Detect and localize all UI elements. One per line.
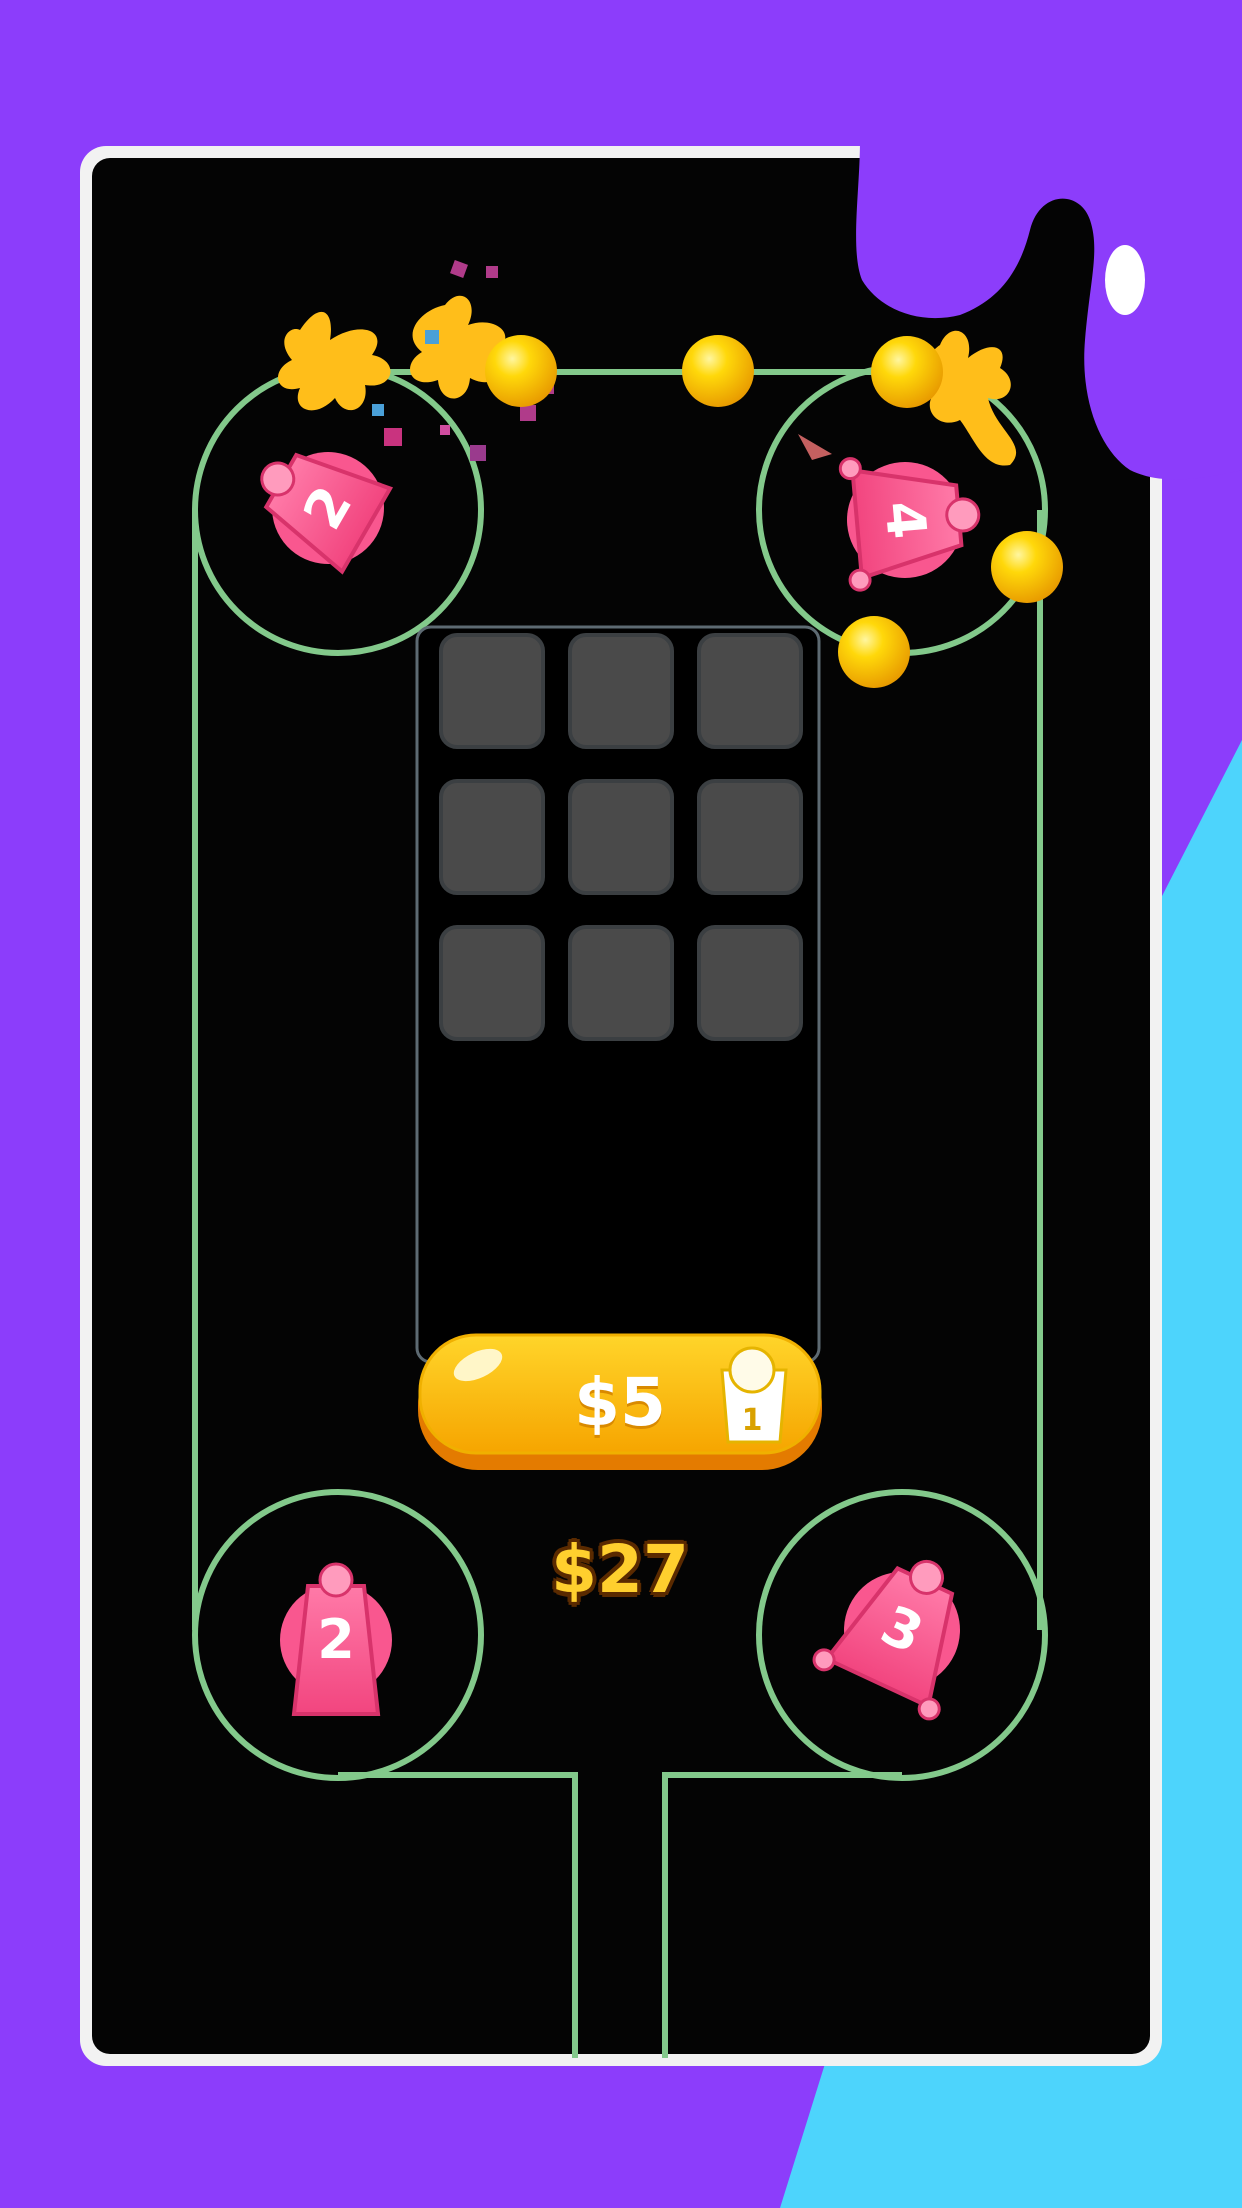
grid-slot[interactable] [439,925,545,1041]
merge-grid [439,633,803,1041]
grid-slot[interactable] [568,633,674,749]
grid-slot[interactable] [439,633,545,749]
grid-slot[interactable] [697,925,803,1041]
unit-level-text: 4 [872,498,938,541]
grid-slot[interactable] [568,925,674,1041]
game-scene: 1 2 4 2 3 [80,140,1242,2208]
grid-slot[interactable] [697,633,803,749]
cup-level-text: 1 [742,1403,763,1438]
grid-slot[interactable] [697,779,803,895]
grid-slot[interactable] [439,779,545,895]
splash-shine [1105,245,1145,315]
unit-level-text: 2 [317,1608,355,1671]
money-counter: $27 [551,1531,689,1608]
button-price-label: $5 [574,1364,666,1441]
grid-slot[interactable] [568,779,674,895]
